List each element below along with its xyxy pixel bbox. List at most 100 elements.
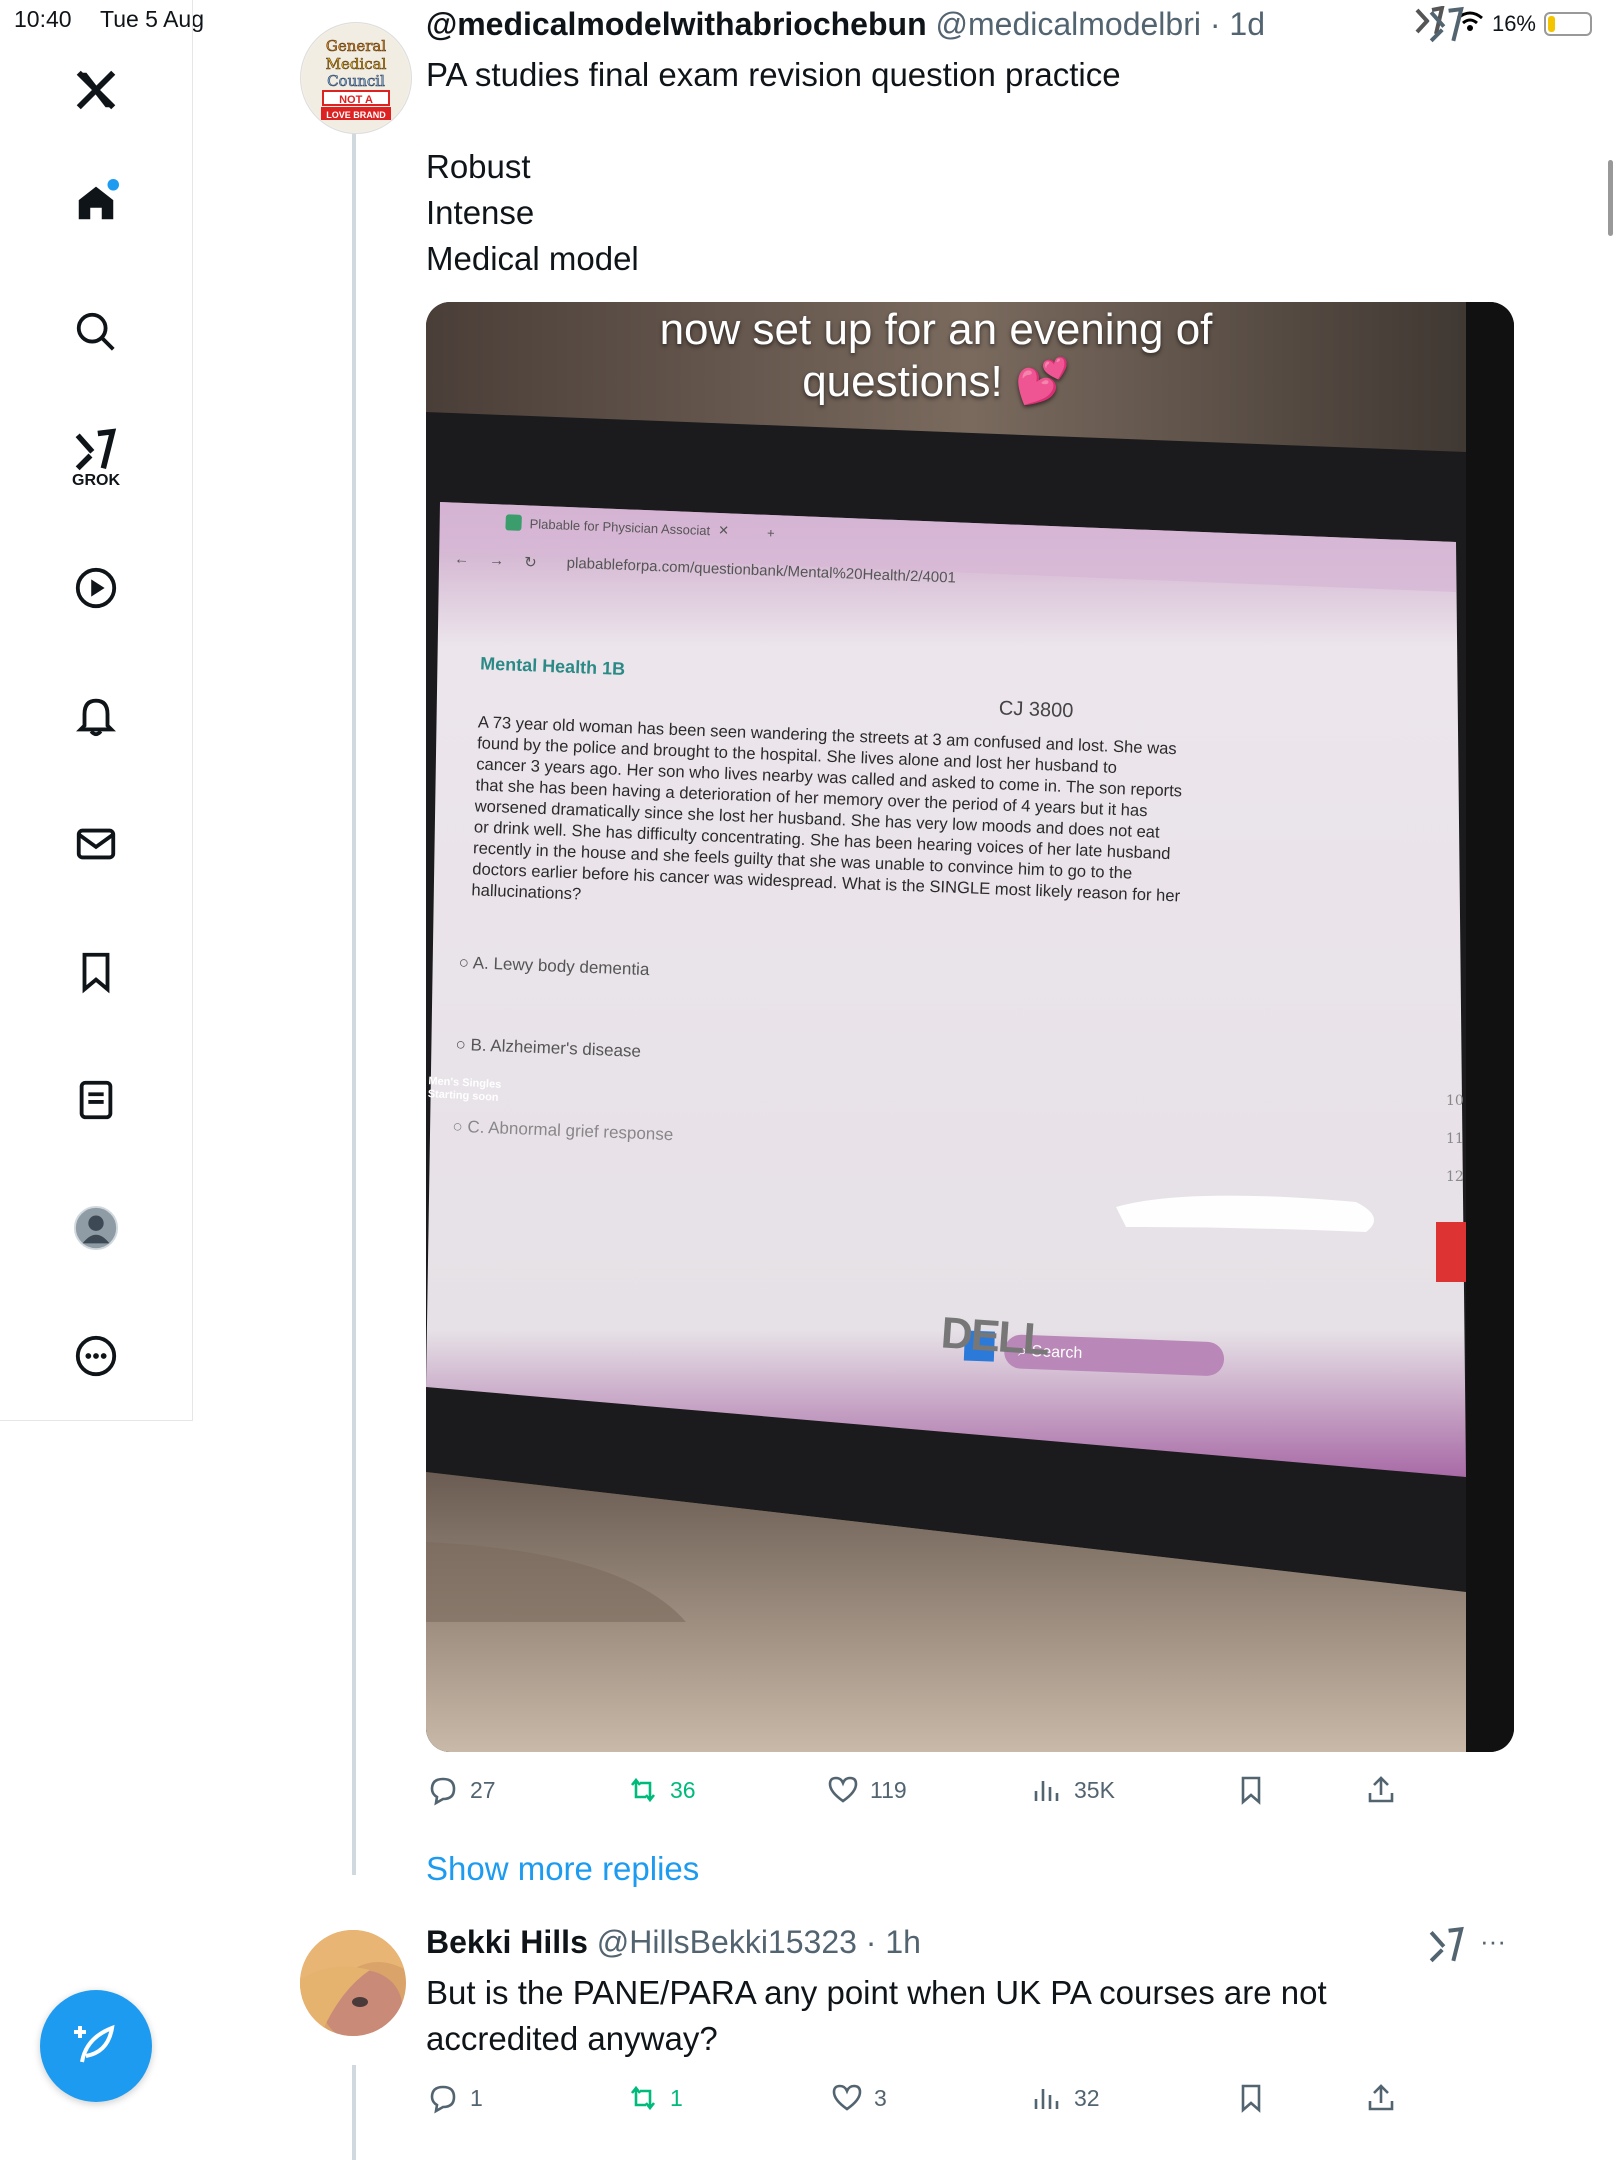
grok-label: GROK: [72, 472, 120, 489]
profile-icon[interactable]: [70, 1202, 122, 1254]
x-logo-icon[interactable]: [70, 64, 122, 116]
caption-line-2: questions! 💕: [802, 357, 1070, 406]
back-icon: ←: [453, 550, 470, 568]
reply-icon: [430, 1777, 456, 1806]
laptop-brand: DELL: [939, 1308, 1050, 1365]
tab-favicon-icon: [505, 514, 522, 531]
tweet-avatar[interactable]: General Medical Council NOT A LOVE BRAND: [300, 22, 412, 134]
browser-nav: ← → ↻ plabableforpa.com/questionbank/Menta…: [454, 550, 956, 587]
more-icon[interactable]: [70, 1330, 122, 1382]
reply-time[interactable]: · 1h: [866, 1924, 921, 1960]
heart-icon: [832, 2084, 862, 2111]
tweet-handle[interactable]: @medicalmodelbri: [936, 6, 1201, 42]
tweet-text-line: Robust: [426, 148, 531, 185]
bookmark-icon[interactable]: [70, 946, 122, 998]
tweet-time[interactable]: · 1d: [1210, 6, 1265, 42]
grok-icon[interactable]: GROK: [70, 424, 122, 494]
question-text: A 73 year old woman has been seen wander…: [471, 711, 1182, 925]
reply-avatar[interactable]: [300, 1930, 406, 2036]
option-a[interactable]: ○ A. Lewy body dementia: [458, 953, 680, 981]
new-tab-icon: +: [766, 524, 775, 541]
option-b[interactable]: ○ B. Alzheimer's disease: [455, 1035, 677, 1063]
reply-like-button[interactable]: 3: [830, 2081, 887, 2115]
share-icon: [1368, 1776, 1394, 1803]
tweet-display-name[interactable]: @medicalmodelwithabriochebun: [426, 6, 927, 42]
bookmark-button[interactable]: [1234, 1773, 1268, 1807]
repost-icon: [630, 2085, 656, 2111]
heart-icon: [828, 1776, 858, 1803]
bookmark-icon: [1241, 1776, 1261, 1805]
repost-count: 36: [670, 1776, 696, 1803]
tweet-text-line: Intense: [426, 194, 535, 231]
show-more-replies-link[interactable]: Show more replies: [426, 1850, 699, 1888]
reply-repost-count: 1: [670, 2084, 683, 2111]
reply-bookmark-button[interactable]: [1234, 2081, 1268, 2115]
reply-more-icon[interactable]: ···: [1480, 1926, 1506, 1957]
side-number: 10: [1446, 1093, 1464, 1109]
tv-overlay: Men's Singles Starting soon: [427, 1075, 501, 1105]
reply-like-count: 3: [874, 2084, 887, 2111]
avatar-text-5: LOVE BRAND: [326, 110, 386, 120]
like-button[interactable]: 119: [826, 1773, 907, 1807]
thread-line-lower: [352, 2065, 356, 2160]
grok-tweet-icon[interactable]: [1428, 6, 1466, 49]
reply-button[interactable]: 27: [426, 1773, 496, 1807]
tweet-text: PA studies final exam revision question …: [426, 52, 1526, 282]
share-icon: [1368, 2084, 1394, 2111]
sidebar: GROK: [0, 0, 193, 1421]
tweet-text-line: Medical model: [426, 240, 639, 277]
reply-repost-button[interactable]: 1: [626, 2081, 683, 2115]
views-button[interactable]: 35K: [1030, 1773, 1115, 1807]
tweet-media[interactable]: now set up for an evening of questions! …: [426, 302, 1514, 1752]
views-icon: [1034, 2089, 1059, 2109]
reply-text-line: But is the PANE/PARA any point when UK P…: [426, 1974, 1327, 2011]
views-icon: [1034, 1781, 1059, 1801]
reply-views-button[interactable]: 32: [1030, 2081, 1100, 2115]
repost-icon: [630, 1777, 656, 1803]
grok-reply-icon[interactable]: [1428, 1926, 1466, 1969]
reply-text-line: accredited anyway?: [426, 2020, 718, 2057]
tweet-actions: 27 36 119 35K: [426, 1770, 1526, 1810]
reply-actions: 1 1 3 32: [426, 2078, 1526, 2118]
tweet-text-line: PA studies final exam revision question …: [426, 56, 1121, 93]
avatar-text-1: General: [326, 37, 387, 55]
question-id: CJ 3800: [998, 697, 1074, 723]
tab-close-icon: ✕: [717, 522, 730, 538]
reply-display-name[interactable]: Bekki Hills: [426, 1924, 588, 1960]
laptop-screen-content: Plabable for Physician Associat ✕ + ← → ↻ …: [426, 512, 1445, 1450]
scrollbar[interactable]: [1608, 160, 1613, 236]
reply-reply-count: 1: [470, 2084, 483, 2111]
reply-reply-button[interactable]: 1: [426, 2081, 483, 2115]
home-icon[interactable]: [70, 176, 122, 228]
reload-icon: ↻: [523, 554, 538, 572]
bell-icon[interactable]: [70, 690, 122, 742]
view-count: 35K: [1074, 1776, 1115, 1803]
battery-percent: 16%: [1491, 11, 1536, 36]
browser-url: plabableforpa.com/questionbank/Mental%20…: [566, 554, 957, 587]
play-icon[interactable]: [70, 562, 122, 614]
option-label: A. Lewy body dementia: [472, 953, 650, 980]
caption-line-1: now set up for an evening of: [659, 305, 1213, 354]
share-button[interactable]: [1364, 1773, 1398, 1807]
avatar-text-2: Medical: [326, 55, 387, 73]
repost-button[interactable]: 36: [626, 1773, 696, 1807]
option-c[interactable]: ○ C. Abnormal grief response: [452, 1117, 674, 1145]
option-label: C. Abnormal grief response: [467, 1117, 674, 1145]
search-icon[interactable]: [70, 306, 122, 358]
reply-icon: [430, 2085, 456, 2114]
compose-button[interactable]: [40, 1990, 152, 2102]
avatar-text-3: Council: [327, 72, 385, 90]
reply-share-button[interactable]: [1364, 2081, 1398, 2115]
answer-options: ○ A. Lewy body dementia ○ B. Alzheimer's…: [452, 953, 680, 1145]
reply-header: Bekki Hills @HillsBekki15323 · 1h: [426, 1924, 921, 1961]
reply-count: 27: [470, 1776, 496, 1803]
video-caption: now set up for an evening of questions! …: [426, 304, 1446, 408]
reply-handle[interactable]: @HillsBekki15323: [597, 1924, 857, 1960]
reply-view-count: 32: [1074, 2084, 1100, 2111]
list-icon[interactable]: [70, 1074, 122, 1126]
mail-icon[interactable]: [70, 818, 122, 870]
forward-icon: →: [488, 551, 505, 570]
bookmark-icon: [1241, 2084, 1261, 2113]
avatar-text-4: NOT A: [339, 94, 373, 106]
reply-text: But is the PANE/PARA any point when UK P…: [426, 1970, 1526, 2062]
